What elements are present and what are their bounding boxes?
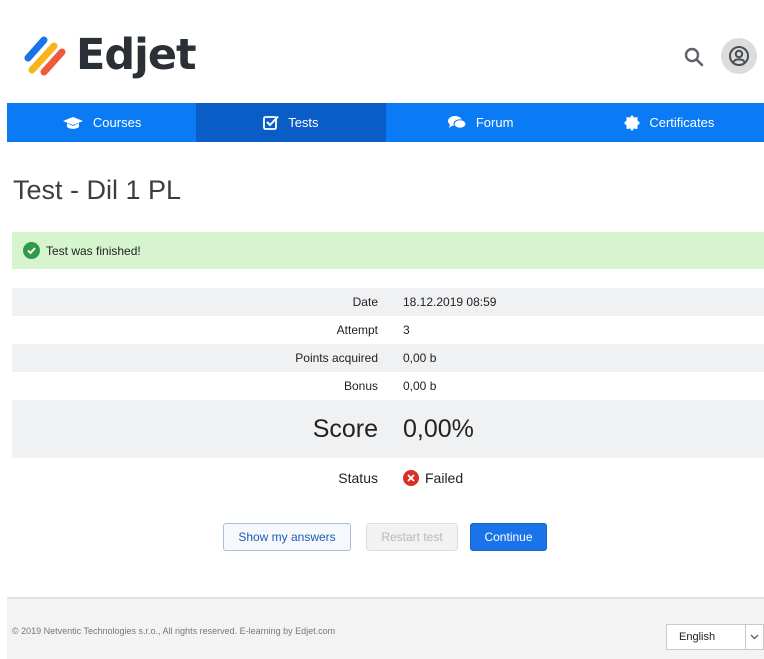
nav-item-certificates[interactable]: Certificates bbox=[575, 103, 764, 142]
restart-test-button[interactable]: Restart test bbox=[366, 523, 458, 551]
nav-item-forum[interactable]: Forum bbox=[386, 103, 575, 142]
continue-button[interactable]: Continue bbox=[470, 523, 547, 551]
certificate-badge-icon bbox=[624, 114, 641, 131]
nav-label-certificates: Certificates bbox=[649, 115, 715, 130]
brand-logo[interactable]: Edjet bbox=[22, 30, 197, 80]
points-value: 0,00 b bbox=[403, 351, 437, 365]
user-avatar-button[interactable] bbox=[721, 38, 757, 74]
graduation-cap-icon bbox=[62, 116, 84, 130]
footer: © 2019 Netventic Technologies s.r.o., Al… bbox=[7, 597, 764, 659]
chevron-down-icon bbox=[745, 625, 763, 649]
checkbox-icon bbox=[263, 115, 279, 130]
result-row-bonus: Bonus 0,00 b bbox=[12, 372, 764, 400]
search-icon bbox=[684, 47, 704, 67]
status-value: Failed bbox=[425, 470, 464, 486]
page-title: Test - Dil 1 PL bbox=[13, 175, 182, 205]
nav-label-courses: Courses bbox=[92, 115, 142, 130]
failed-x-icon bbox=[403, 470, 419, 486]
result-row-date: Date 18.12.2019 08:59 bbox=[12, 288, 764, 316]
result-row-attempt: Attempt 3 bbox=[12, 316, 764, 344]
bonus-value: 0,00 b bbox=[403, 379, 437, 393]
search-button[interactable] bbox=[683, 46, 705, 68]
test-results: Date 18.12.2019 08:59 Attempt 3 Points a… bbox=[12, 288, 764, 498]
chat-bubbles-icon bbox=[447, 115, 467, 130]
date-label: Date bbox=[352, 295, 378, 309]
status-value-wrap: Failed bbox=[390, 470, 764, 486]
success-alert: Test was finished! bbox=[12, 232, 764, 269]
result-row-status: Status Failed bbox=[12, 458, 764, 498]
points-label: Points acquired bbox=[295, 351, 378, 365]
result-row-points: Points acquired 0,00 b bbox=[12, 344, 764, 372]
nav-item-courses[interactable]: Courses bbox=[7, 103, 196, 142]
attempt-value: 3 bbox=[403, 323, 410, 337]
date-value: 18.12.2019 08:59 bbox=[403, 295, 497, 309]
check-circle-icon bbox=[23, 242, 40, 259]
edjet-logo-icon bbox=[24, 36, 66, 76]
show-answers-button[interactable]: Show my answers bbox=[223, 523, 351, 551]
score-value: 0,00% bbox=[403, 414, 474, 443]
status-label: Status bbox=[338, 470, 378, 486]
user-avatar-icon bbox=[729, 46, 749, 66]
score-label: Score bbox=[312, 414, 378, 443]
nav-label-forum: Forum bbox=[475, 115, 514, 130]
language-select[interactable]: English bbox=[666, 624, 764, 650]
nav-item-tests[interactable]: Tests bbox=[196, 103, 386, 142]
alert-message: Test was finished! bbox=[46, 243, 141, 258]
bonus-label: Bonus bbox=[343, 379, 378, 393]
main-nav: Courses Tests Forum Certificates bbox=[7, 103, 764, 142]
brand-name: Edjet bbox=[76, 30, 197, 80]
attempt-label: Attempt bbox=[336, 323, 378, 337]
footer-copyright: © 2019 Netventic Technologies s.r.o., Al… bbox=[12, 626, 336, 636]
result-row-score: Score 0,00% bbox=[12, 400, 764, 458]
nav-label-tests: Tests bbox=[288, 115, 319, 130]
language-value: English bbox=[679, 631, 716, 643]
header: Edjet bbox=[0, 0, 764, 103]
